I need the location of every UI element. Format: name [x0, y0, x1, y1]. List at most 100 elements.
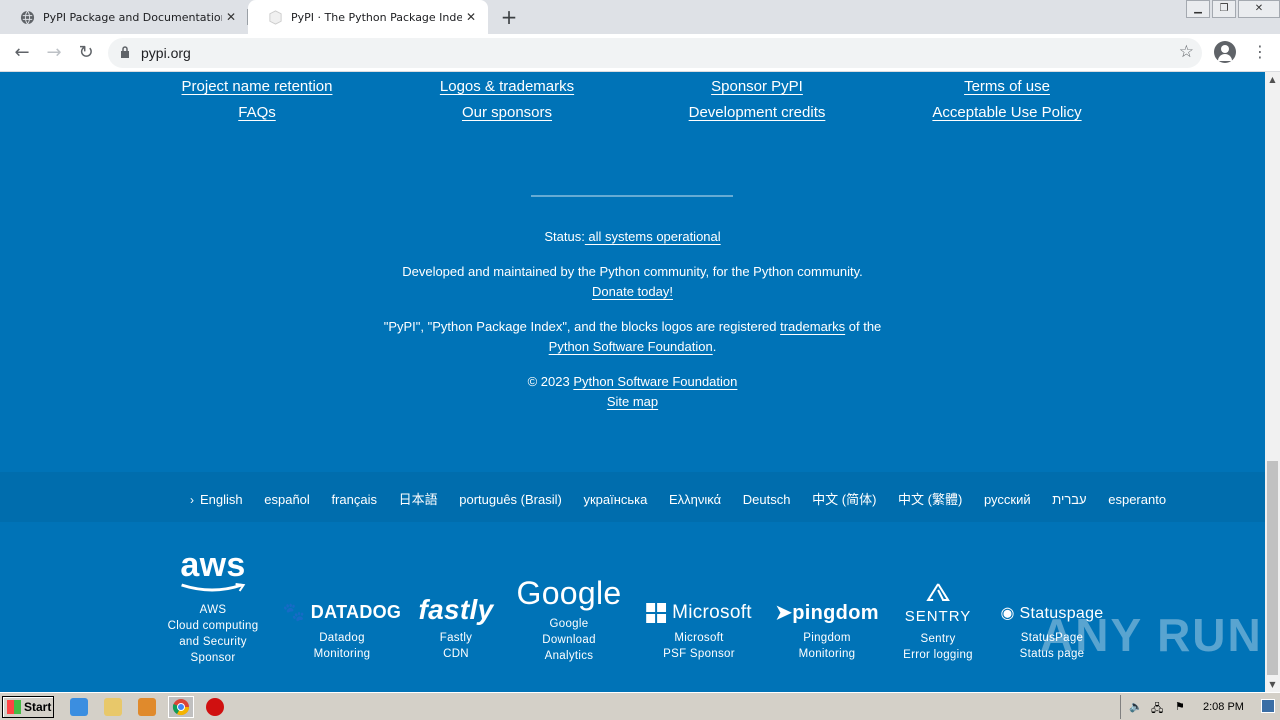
chrome-taskbar-button[interactable]	[168, 696, 194, 718]
back-button[interactable]: ←	[10, 41, 34, 65]
profile-avatar-icon[interactable]	[1214, 41, 1236, 63]
pypi-footer: Project name retention FAQs Logos & trad…	[0, 72, 1265, 692]
browser-menu-icon[interactable]: ⋮	[1252, 42, 1268, 62]
chrome-icon	[172, 699, 190, 716]
site-map-link[interactable]: Site map	[607, 394, 658, 409]
maintained-block: Developed and maintained by the Python c…	[0, 262, 1265, 302]
sponsor-microsoft[interactable]: Microsoft Microsoft PSF Sponsor	[646, 600, 752, 662]
reload-button[interactable]: ↻	[74, 41, 98, 65]
language-option[interactable]: Deutsch	[743, 492, 791, 507]
volume-icon[interactable]: 🔈	[1129, 700, 1143, 713]
sponsor-name: Google	[549, 618, 589, 630]
ie-icon[interactable]	[70, 698, 88, 716]
language-option[interactable]: 中文 (简体)	[812, 492, 876, 507]
datadog-logo: 🐾 DATADOG	[282, 602, 402, 622]
globe-icon	[20, 10, 35, 24]
tab-pypi[interactable]: PyPI · The Python Package Index ✕	[248, 0, 488, 34]
aws-smile-icon	[181, 583, 246, 592]
tab-title: PyPI Package and Documentation St	[43, 10, 222, 24]
footer-link[interactable]: Terms of use	[964, 78, 1050, 95]
tab-strip: PyPI Package and Documentation St ✕ PyPI…	[0, 0, 1280, 34]
tab-title: PyPI · The Python Package Index	[291, 10, 462, 24]
flag-icon[interactable]: ⚑	[1175, 700, 1185, 713]
psf-copyright-link[interactable]: Python Software Foundation	[573, 374, 737, 389]
pypi-favicon-icon	[269, 9, 282, 25]
address-bar[interactable]: pypi.org ☆	[108, 38, 1202, 68]
restore-icon[interactable]: ❐	[1212, 0, 1236, 18]
trademark-block: "PyPI", "Python Package Index", and the …	[0, 317, 1265, 357]
stop-icon[interactable]	[206, 698, 224, 716]
psf-link[interactable]: Python Software Foundation	[549, 339, 713, 354]
statuspage-icon: ◉	[1000, 605, 1015, 622]
footer-link[interactable]: Sponsor PyPI	[711, 78, 803, 95]
scroll-thumb[interactable]	[1267, 461, 1278, 675]
scroll-down-icon[interactable]: ▼	[1265, 677, 1280, 692]
status-line: Status: all systems operational	[0, 227, 1265, 247]
sponsor-name: Pingdom	[803, 632, 851, 644]
trademark-suffix: of the	[845, 319, 882, 334]
language-bar: › English español français 日本語 português …	[0, 472, 1265, 522]
bookmark-star-icon[interactable]: ☆	[1179, 42, 1194, 62]
forward-button[interactable]: →	[42, 41, 66, 65]
language-option[interactable]: français	[331, 492, 377, 507]
language-option[interactable]: português (Brasil)	[459, 492, 562, 507]
network-icon[interactable]: 🖧	[1151, 700, 1163, 719]
sponsor-desc: Monitoring	[798, 648, 856, 660]
close-tab-icon[interactable]: ✕	[462, 10, 480, 24]
language-option[interactable]: Ελληνικά	[669, 492, 721, 507]
footer-link[interactable]: Our sponsors	[462, 104, 552, 121]
sponsor-desc: Error logging	[903, 649, 973, 661]
tab-pypi-docs[interactable]: PyPI Package and Documentation St ✕	[0, 0, 248, 34]
anyrun-watermark: ANY RUN	[1040, 609, 1263, 661]
sponsor-aws[interactable]: aws AWS Cloud computing and Security Spo…	[168, 548, 259, 666]
sponsor-desc: CDN	[443, 648, 469, 660]
trademarks-link[interactable]: trademarks	[780, 319, 845, 334]
minimize-icon[interactable]: ▁	[1186, 0, 1210, 18]
language-list: › English español français 日本語 português …	[190, 489, 1184, 508]
sponsor-pingdom[interactable]: ➤pingdom Pingdom Monitoring	[775, 600, 879, 662]
start-label: Start	[24, 700, 52, 714]
language-option[interactable]: español	[264, 492, 310, 507]
language-option[interactable]: українська	[583, 492, 647, 507]
maintained-text: Developed and maintained by the Python c…	[402, 264, 863, 279]
sponsor-name: Sentry	[920, 633, 956, 645]
footer-link[interactable]: Project name retention	[182, 78, 333, 95]
sponsor-fastly[interactable]: fastly Fastly CDN	[419, 594, 494, 662]
close-window-icon[interactable]: ✕	[1238, 0, 1280, 18]
media-player-icon[interactable]	[138, 698, 156, 716]
new-tab-button[interactable]: +	[498, 4, 520, 30]
start-button[interactable]: Start	[2, 696, 54, 718]
trademark-text: "PyPI", "Python Package Index", and the …	[383, 319, 781, 334]
status-link[interactable]: all systems operational	[585, 229, 720, 244]
sponsor-sentry[interactable]: SENTRY Sentry Error logging	[903, 582, 973, 663]
footer-link[interactable]: Logos & trademarks	[440, 78, 574, 95]
sponsor-datadog[interactable]: 🐾 DATADOG Datadog Monitoring	[283, 598, 401, 662]
footer-link[interactable]: FAQs	[238, 104, 276, 121]
system-tray: 🔈 🖧 ⚑ 2:08 PM	[1120, 695, 1280, 719]
folder-icon[interactable]	[104, 698, 122, 716]
show-desktop-icon[interactable]	[1261, 699, 1275, 713]
vertical-scrollbar[interactable]: ▲ ▼	[1265, 72, 1280, 692]
language-option[interactable]: English	[200, 492, 243, 507]
language-option[interactable]: 中文 (繁體)	[898, 492, 962, 507]
language-option[interactable]: русский	[984, 492, 1031, 507]
language-option[interactable]: esperanto	[1108, 492, 1166, 507]
sponsor-desc: Monitoring	[313, 648, 371, 660]
window-controls: ▁ ❐ ✕	[1184, 0, 1280, 18]
sponsor-desc: Sponsor	[190, 652, 236, 664]
footer-link[interactable]: Acceptable Use Policy	[932, 104, 1081, 121]
google-logo: Google	[516, 575, 622, 611]
close-tab-icon[interactable]: ✕	[222, 10, 240, 24]
windows-logo-icon	[7, 700, 21, 714]
copyright-text: © 2023	[527, 374, 574, 389]
sponsor-google[interactable]: Google Google Download Analytics	[517, 574, 622, 664]
language-option[interactable]: עברית	[1052, 492, 1086, 507]
language-option[interactable]: 日本語	[399, 492, 438, 507]
donate-link[interactable]: Donate today!	[592, 284, 673, 299]
fastly-logo: fastly	[418, 594, 494, 625]
scroll-up-icon[interactable]: ▲	[1265, 72, 1280, 87]
lock-icon	[121, 46, 129, 58]
sponsor-desc: and Security	[179, 636, 247, 648]
footer-link[interactable]: Development credits	[689, 104, 826, 121]
taskbar: Start 🔈 🖧 ⚑ 2:08 PM	[0, 692, 1280, 720]
